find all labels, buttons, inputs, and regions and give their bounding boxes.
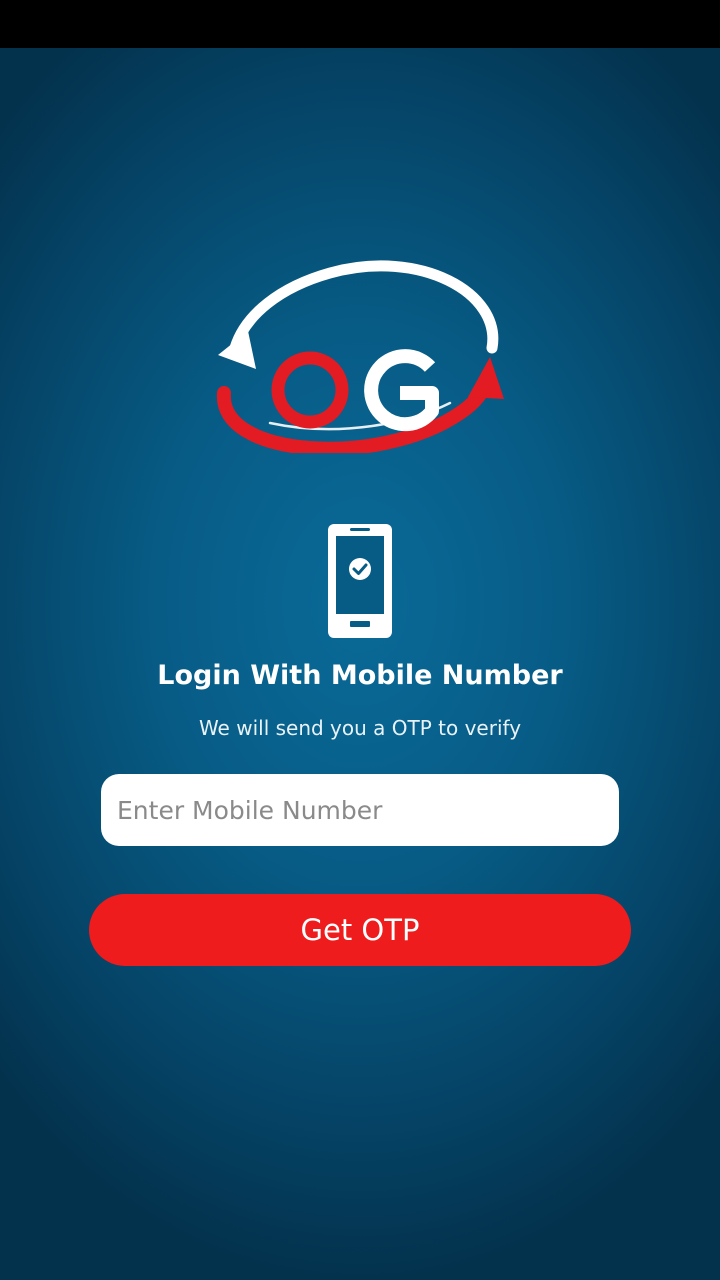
og-logo [216, 260, 504, 453]
login-title: Login With Mobile Number [157, 660, 563, 691]
app-screen: Login With Mobile Number We will send yo… [0, 0, 720, 1280]
get-otp-button[interactable]: Get OTP [89, 894, 631, 966]
phone-verified-icon [328, 524, 392, 638]
mobile-number-input[interactable] [101, 774, 619, 846]
login-subtitle: We will send you a OTP to verify [198, 716, 522, 740]
status-bar [0, 0, 720, 48]
login-content: Login With Mobile Number We will send yo… [0, 48, 720, 1280]
